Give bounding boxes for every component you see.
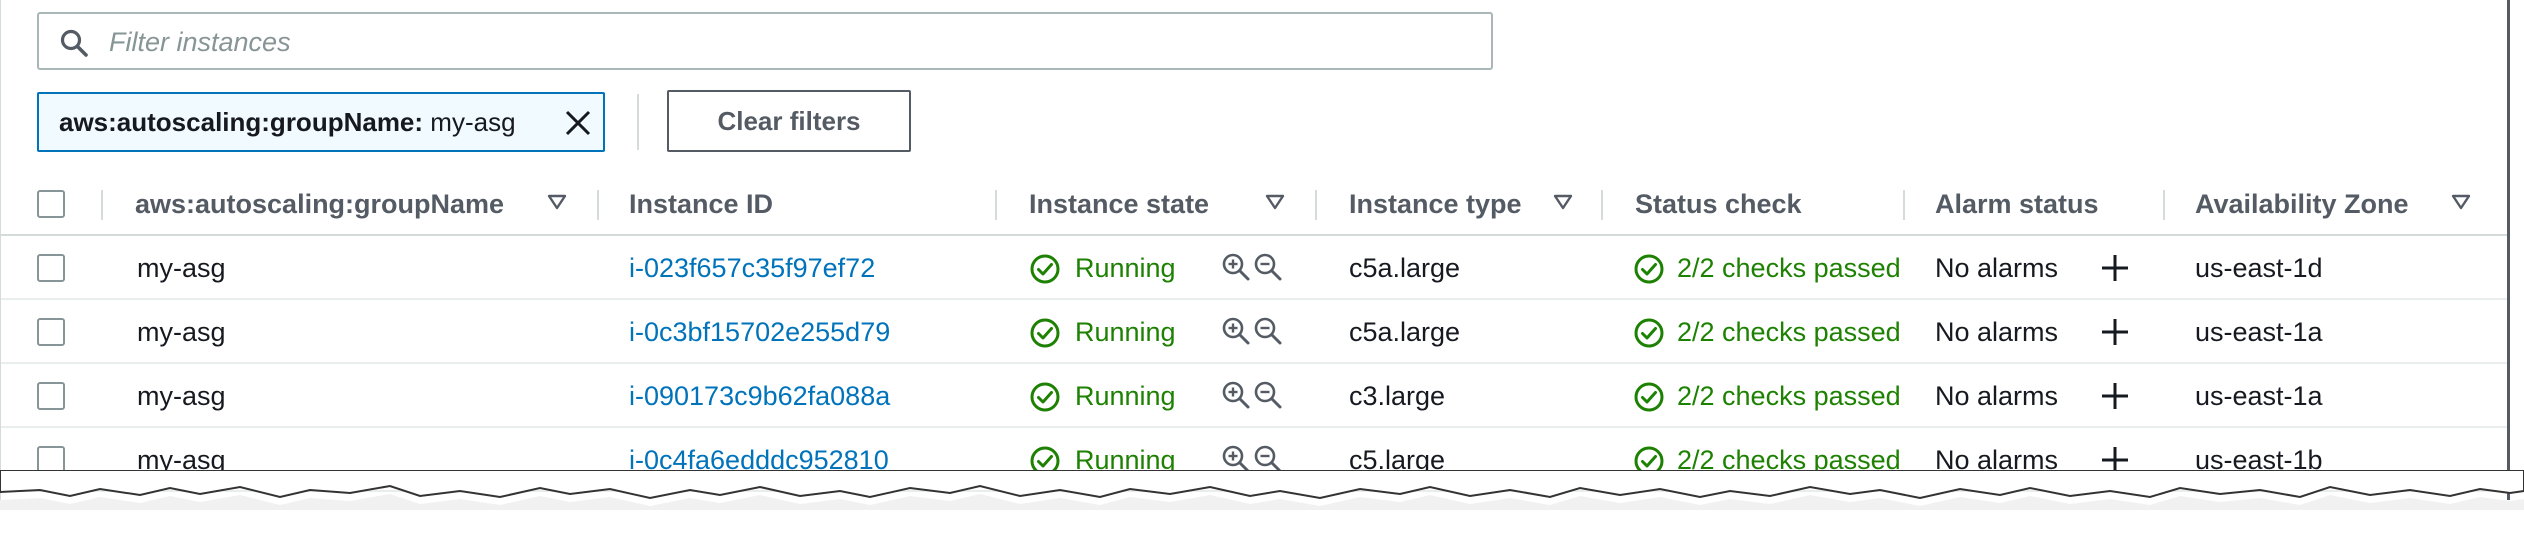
alarm-status-text: No alarms [1935, 317, 2059, 347]
instance-state-text: Running [1075, 253, 1176, 283]
instance-type-cell: c3.large [1349, 381, 1446, 411]
table-row[interactable]: my-asg i-023f657c35f97ef72 Running c5a.l… [1, 236, 2507, 300]
status-check-text: 2/2 checks passed [1677, 253, 1901, 283]
instances-panel: aws:autoscaling:groupName: my-asg Clear … [0, 0, 2510, 500]
zoom-in-icon[interactable] [1221, 380, 1251, 410]
column-header-availability-zone[interactable]: Availability Zone [2195, 172, 2409, 236]
instance-state-text: Running [1075, 381, 1176, 411]
instance-type-cell: c5a.large [1349, 253, 1461, 283]
check-circle-icon [1030, 254, 1060, 284]
column-divider [1903, 190, 1905, 220]
toolbar-divider [637, 94, 639, 150]
filter-token: aws:autoscaling:groupName: my-asg [37, 92, 605, 152]
zoom-out-icon[interactable] [1253, 380, 1283, 410]
column-header-group-name[interactable]: aws:autoscaling:groupName [135, 172, 504, 236]
availability-zone-cell: us-east-1d [2195, 253, 2323, 283]
column-header-instance-state[interactable]: Instance state [1029, 172, 1209, 236]
availability-zone-cell: us-east-1a [2195, 381, 2323, 411]
zoom-in-icon[interactable] [1221, 316, 1251, 346]
torn-edge-decoration [0, 470, 2524, 510]
instance-state-text: Running [1075, 317, 1176, 347]
row-checkbox[interactable] [37, 382, 65, 410]
column-header-instance-type[interactable]: Instance type [1349, 172, 1522, 236]
check-circle-icon [1634, 382, 1664, 412]
column-header-instance-id[interactable]: Instance ID [629, 172, 773, 236]
check-circle-icon [1030, 318, 1060, 348]
sort-down-icon[interactable] [1553, 194, 1573, 210]
alarm-status-text: No alarms [1935, 253, 2059, 283]
column-divider [597, 190, 599, 220]
check-circle-icon [1030, 382, 1060, 412]
screenshot-frame: aws:autoscaling:groupName: my-asg Clear … [0, 0, 2524, 540]
table-header-row: aws:autoscaling:groupName Instance ID In… [1, 172, 2507, 236]
group-name-cell: my-asg [137, 317, 226, 347]
clear-filters-button[interactable]: Clear filters [667, 90, 911, 152]
plus-icon[interactable] [2099, 380, 2131, 412]
column-header-alarm-status[interactable]: Alarm status [1935, 172, 2099, 236]
sort-down-icon[interactable] [1265, 194, 1285, 210]
check-circle-icon [1634, 318, 1664, 348]
column-divider [2163, 190, 2165, 220]
select-all-checkbox[interactable] [37, 190, 65, 218]
status-check-text: 2/2 checks passed [1677, 317, 1901, 347]
filter-search-box[interactable] [37, 12, 1493, 70]
instance-id-link[interactable]: i-0c3bf15702e255d79 [629, 300, 890, 364]
column-header-status-check[interactable]: Status check [1635, 172, 1802, 236]
zoom-in-icon[interactable] [1221, 252, 1251, 282]
column-divider [995, 190, 997, 220]
column-divider [1315, 190, 1317, 220]
plus-icon[interactable] [2099, 316, 2131, 348]
table-row[interactable]: my-asg i-0c3bf15702e255d79 Running c5a.l… [1, 300, 2507, 364]
row-checkbox[interactable] [37, 318, 65, 346]
availability-zone-cell: us-east-1a [2195, 317, 2323, 347]
column-divider [1601, 190, 1603, 220]
group-name-cell: my-asg [137, 253, 226, 283]
group-name-cell: my-asg [137, 381, 226, 411]
column-divider [101, 190, 103, 220]
filter-token-key: aws:autoscaling:groupName: [59, 107, 424, 137]
table-row[interactable]: my-asg i-090173c9b62fa088a Running c3.la… [1, 364, 2507, 428]
alarm-status-text: No alarms [1935, 381, 2059, 411]
instance-id-link[interactable]: i-023f657c35f97ef72 [629, 236, 875, 300]
sort-down-icon[interactable] [2451, 194, 2471, 210]
row-checkbox[interactable] [37, 254, 65, 282]
zoom-out-icon[interactable] [1253, 316, 1283, 346]
filter-token-value: my-asg [430, 107, 516, 137]
zoom-out-icon[interactable] [1253, 252, 1283, 282]
sort-down-icon[interactable] [547, 194, 567, 210]
instance-type-cell: c5a.large [1349, 317, 1461, 347]
status-check-text: 2/2 checks passed [1677, 381, 1901, 411]
instance-id-link[interactable]: i-090173c9b62fa088a [629, 364, 890, 428]
search-icon [60, 29, 88, 57]
filter-instances-input[interactable] [107, 20, 1471, 64]
close-icon[interactable] [563, 108, 593, 138]
check-circle-icon [1634, 254, 1664, 284]
plus-icon[interactable] [2099, 252, 2131, 284]
